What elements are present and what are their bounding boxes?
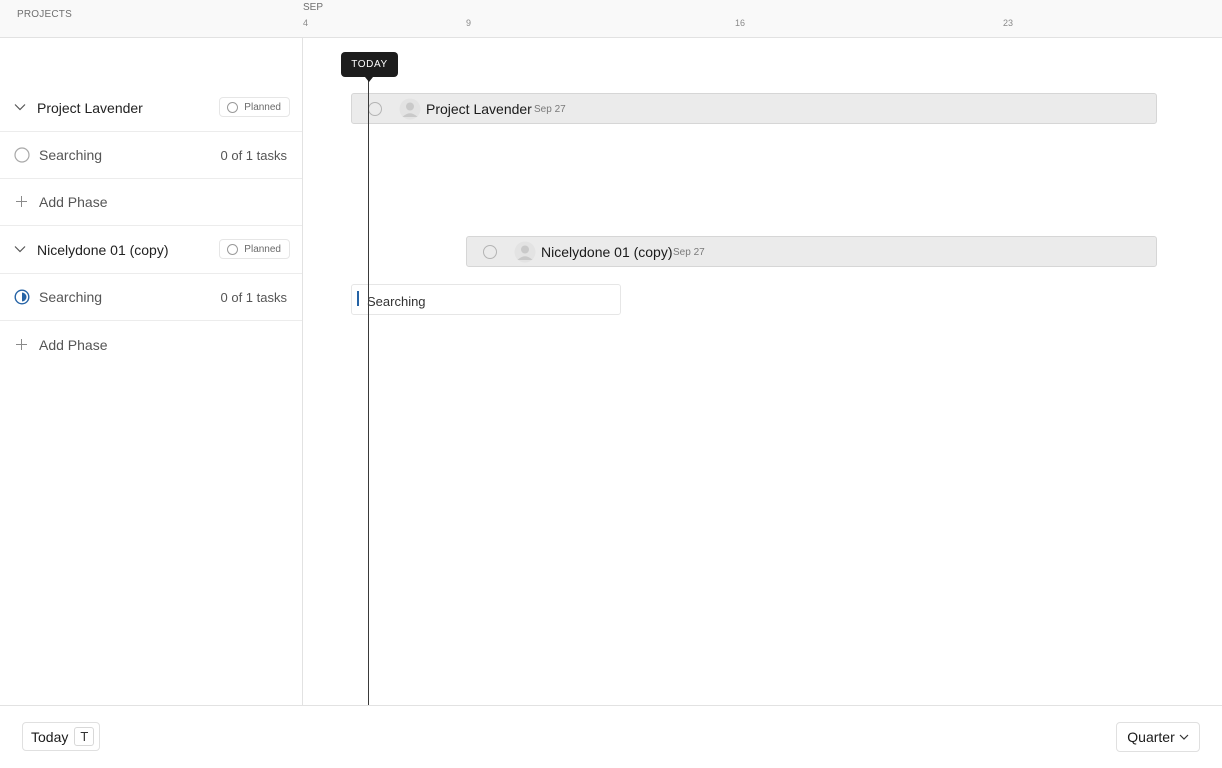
project-row-lavender[interactable]: Project Lavender Planned <box>0 85 302 132</box>
project-bar-lavender[interactable]: Project Lavender Sep 27 <box>351 93 1157 124</box>
bar-project-name: Nicelydone 01 (copy) <box>541 244 673 260</box>
chevron-down-icon <box>1179 734 1189 740</box>
project-name: Project Lavender <box>37 100 143 116</box>
phase-row[interactable]: Searching 0 of 1 tasks <box>0 132 302 179</box>
today-button-label: Today <box>31 728 69 745</box>
month-label: SEP <box>303 2 324 13</box>
phase-row[interactable]: Searching 0 of 1 tasks <box>0 274 302 321</box>
today-marker: TODAY <box>341 52 398 82</box>
status-circle-icon <box>227 243 239 255</box>
status-circle-icon[interactable] <box>368 102 382 116</box>
timeline-canvas[interactable]: Project Lavender Sep 27 Nicelydone 01 (c… <box>304 38 1222 705</box>
project-row-nicelydone[interactable]: Nicelydone 01 (copy) Planned <box>0 227 302 274</box>
timeline-header: PROJECTS SEP 4 9 16 23 <box>0 0 1222 38</box>
task-count: 0 of 1 tasks <box>220 148 287 163</box>
chevron-down-icon[interactable] <box>14 101 26 113</box>
add-phase-button[interactable]: Add Phase <box>0 179 302 226</box>
avatar-icon[interactable] <box>514 241 536 263</box>
in-progress-icon[interactable] <box>14 289 30 305</box>
status-badge[interactable]: Planned <box>219 239 290 259</box>
plus-icon <box>16 339 27 350</box>
day-label: 23 <box>1003 18 1014 28</box>
today-line <box>368 74 369 705</box>
day-label: 16 <box>735 18 746 28</box>
status-label: Planned <box>244 101 281 113</box>
status-label: Planned <box>244 243 281 255</box>
view-zoom-label: Quarter <box>1127 729 1175 745</box>
due-date: Sep 27 <box>673 247 705 258</box>
add-phase-button[interactable]: Add Phase <box>0 322 302 369</box>
status-circle-icon <box>227 101 239 113</box>
add-phase-label: Add Phase <box>39 337 108 353</box>
keyboard-shortcut: T <box>74 727 95 746</box>
projects-sidebar: Project Lavender Planned Searching 0 of … <box>0 38 303 705</box>
phase-name: Searching <box>39 147 103 163</box>
project-name: Nicelydone 01 (copy) <box>37 242 169 258</box>
projects-column-label: PROJECTS <box>17 9 72 20</box>
today-button[interactable]: Today T <box>22 722 101 751</box>
chevron-down-icon[interactable] <box>14 243 26 255</box>
status-badge[interactable]: Planned <box>219 97 290 117</box>
day-label: 4 <box>303 18 309 28</box>
bar-project-name: Project Lavender <box>426 101 532 117</box>
project-bar-nicelydone[interactable]: Nicelydone 01 (copy) Sep 27 <box>466 236 1157 267</box>
task-count: 0 of 1 tasks <box>220 290 287 305</box>
add-phase-label: Add Phase <box>39 194 108 210</box>
timeline-footer: Today T Quarter <box>0 705 1222 768</box>
text-caret <box>357 291 359 306</box>
status-circle-icon[interactable] <box>483 245 497 259</box>
phase-name: Searching <box>39 289 103 305</box>
phase-name-input[interactable] <box>351 284 621 315</box>
day-label: 9 <box>466 18 472 28</box>
status-circle-icon[interactable] <box>14 147 30 163</box>
avatar-icon[interactable] <box>399 98 421 120</box>
view-zoom-dropdown[interactable]: Quarter <box>1116 722 1200 752</box>
due-date: Sep 27 <box>534 104 566 115</box>
plus-icon <box>16 196 27 207</box>
